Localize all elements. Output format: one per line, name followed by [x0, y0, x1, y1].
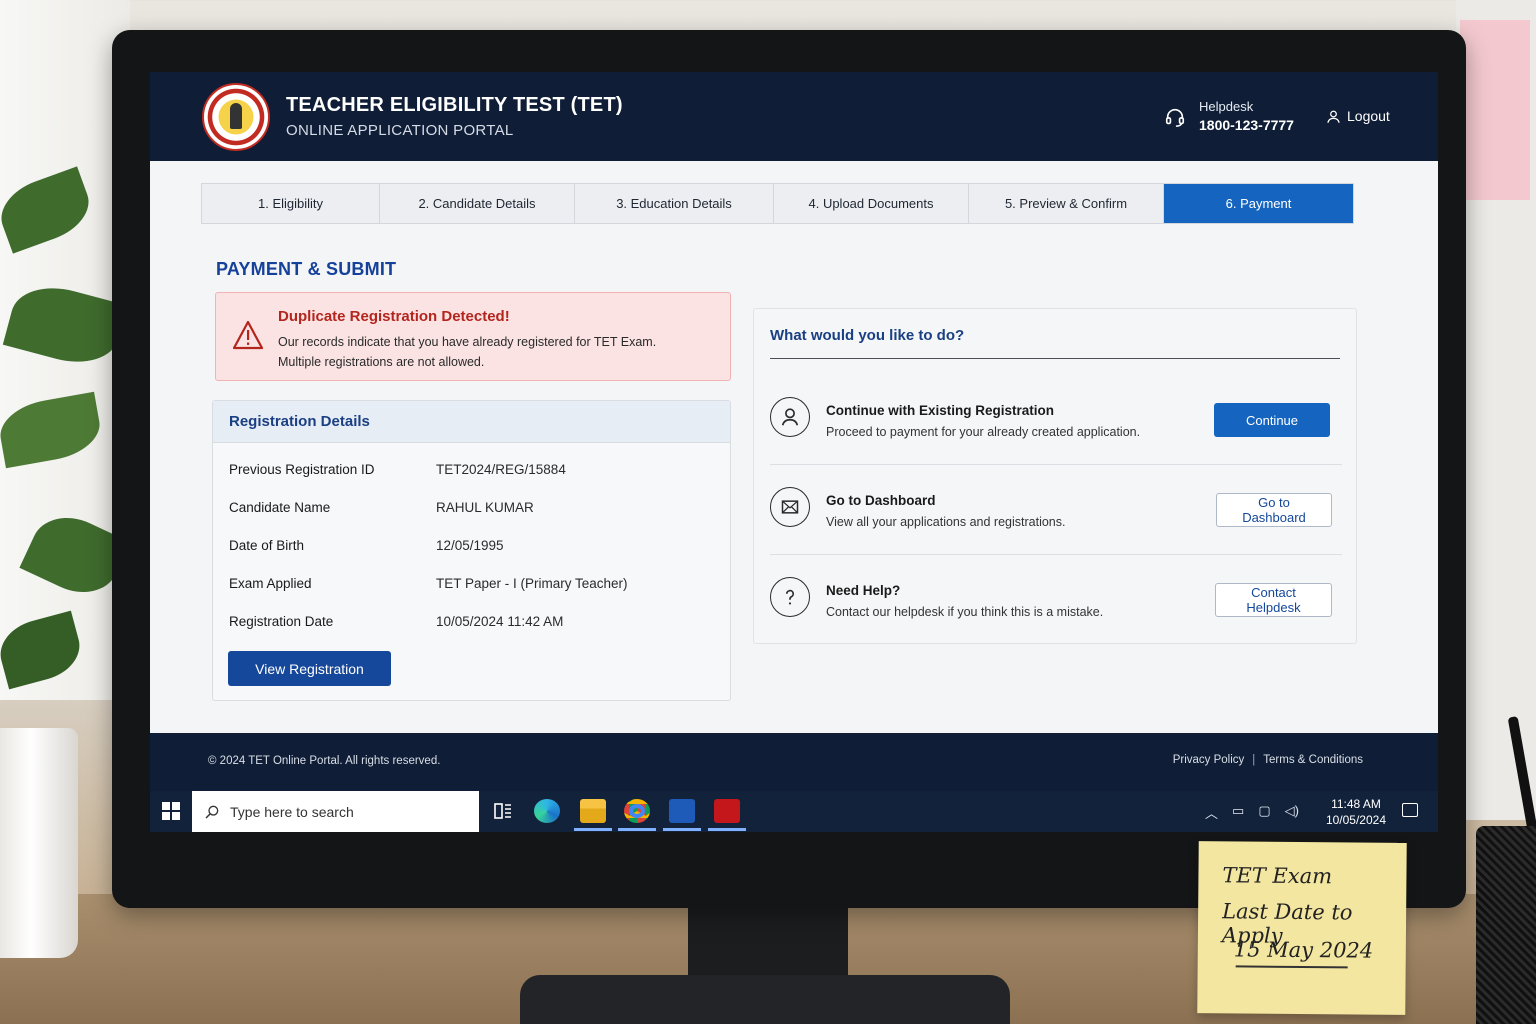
go-to-dashboard-button[interactable]: Go to Dashboard — [1216, 493, 1332, 527]
pdf-reader-icon[interactable] — [714, 799, 740, 823]
step-candidate-details[interactable]: 2. Candidate Details — [380, 184, 575, 223]
option-help: Need Help? Contact our helpdesk if you t… — [770, 555, 1342, 643]
desk-scene: TEACHER ELIGIBILITY TEST (TET) ONLINE AP… — [0, 0, 1536, 1024]
detail-label: Date of Birth — [229, 538, 305, 553]
mail-icon — [770, 487, 810, 527]
edge-browser-icon[interactable] — [534, 799, 560, 823]
clock-date: 10/05/2024 — [1325, 813, 1386, 827]
detail-label: Exam Applied — [229, 576, 312, 591]
copyright-text: © 2024 TET Online Portal. All rights res… — [208, 755, 441, 767]
app-title: TEACHER ELIGIBILITY TEST (TET) — [286, 94, 623, 116]
view-registration-button[interactable]: View Registration — [228, 651, 391, 686]
chevron-up-icon[interactable]: ︿ — [1205, 803, 1218, 822]
helpdesk-label: Helpdesk — [1199, 99, 1254, 114]
privacy-policy-link[interactable]: Privacy Policy — [1173, 754, 1245, 766]
detail-value: 12/05/1995 — [436, 538, 504, 553]
active-indicator — [618, 828, 656, 831]
underline — [1235, 965, 1348, 969]
app-header: TEACHER ELIGIBILITY TEST (TET) ONLINE AP… — [150, 72, 1438, 161]
terms-link[interactable]: Terms & Conditions — [1263, 754, 1363, 766]
next-actions-heading: What would you like to do? — [770, 327, 965, 344]
link-separator: | — [1252, 754, 1256, 766]
detail-value: TET Paper - I (Primary Teacher) — [436, 576, 628, 591]
option-dashboard: Go to Dashboard View all your applicatio… — [770, 465, 1342, 553]
registration-details-card: Registration Details Previous Registrati… — [212, 400, 731, 701]
detail-value: TET2024/REG/15884 — [436, 462, 566, 477]
option-title: Go to Dashboard — [826, 493, 936, 508]
step-tabs: 1. Eligibility 2. Candidate Details 3. E… — [201, 183, 1354, 224]
detail-label: Previous Registration ID — [229, 462, 375, 477]
divider — [770, 358, 1340, 359]
taskbar: Type here to search ︿ ▭ ▢ ◁) 11:48 AM 10… — [150, 791, 1438, 832]
step-preview-confirm[interactable]: 5. Preview & Confirm — [969, 184, 1164, 223]
headset-icon — [1165, 108, 1185, 127]
task-view-icon[interactable] — [490, 799, 516, 823]
emblem-logo — [202, 83, 270, 151]
helpdesk-phone[interactable]: 1800-123-7777 — [1199, 117, 1294, 133]
question-icon — [770, 577, 810, 617]
coffee-mug — [0, 728, 78, 958]
logout-button[interactable]: Logout — [1326, 108, 1390, 124]
detail-value: 10/05/2024 11:42 AM — [436, 614, 564, 629]
pen-holder — [1476, 826, 1536, 1024]
network-icon[interactable]: ▭ — [1232, 803, 1244, 822]
user-icon — [1327, 110, 1340, 123]
next-actions-card: What would you like to do? Continue with… — [753, 308, 1357, 644]
active-indicator — [708, 828, 746, 831]
registration-details-heading: Registration Details — [213, 401, 730, 443]
screen: TEACHER ELIGIBILITY TEST (TET) ONLINE AP… — [150, 72, 1438, 832]
alert-title: Duplicate Registration Detected! — [278, 308, 510, 325]
duplicate-alert: Duplicate Registration Detected! Our rec… — [215, 292, 731, 381]
option-description: View all your applications and registrat… — [826, 515, 1066, 529]
active-indicator — [663, 828, 701, 831]
volume-icon[interactable]: ◁) — [1285, 803, 1299, 822]
step-upload-documents[interactable]: 4. Upload Documents — [774, 184, 969, 223]
step-education-details[interactable]: 3. Education Details — [575, 184, 774, 223]
app-subtitle: ONLINE APPLICATION PORTAL — [286, 122, 514, 139]
search-icon — [205, 805, 219, 819]
alert-line: Multiple registrations are not allowed. — [278, 355, 485, 369]
sticky-note-line: TET Exam — [1222, 863, 1333, 889]
alert-line: Our records indicate that you have alrea… — [278, 335, 657, 349]
detail-label: Registration Date — [229, 614, 334, 629]
user-icon — [770, 397, 810, 437]
active-indicator — [574, 828, 612, 831]
system-tray: ︿ ▭ ▢ ◁) — [1205, 803, 1299, 822]
step-eligibility[interactable]: 1. Eligibility — [202, 184, 380, 223]
footer-links: Privacy Policy | Terms & Conditions — [1173, 754, 1363, 766]
sticky-note-line: 15 May 2024 — [1233, 937, 1374, 963]
option-description: Contact our helpdesk if you think this i… — [826, 605, 1104, 619]
option-title: Continue with Existing Registration — [826, 403, 1055, 418]
page-footer: © 2024 TET Online Portal. All rights res… — [150, 733, 1438, 791]
search-placeholder: Type here to search — [230, 803, 354, 820]
page-title: PAYMENT & SUBMIT — [216, 259, 397, 279]
alert-message: Our records indicate that you have alrea… — [278, 332, 656, 372]
monitor-base — [520, 975, 1010, 1024]
warning-icon — [232, 320, 264, 350]
clock[interactable]: 11:48 AM 10/05/2024 — [1326, 796, 1386, 828]
contact-helpdesk-button[interactable]: Contact Helpdesk — [1215, 583, 1332, 617]
taskbar-search[interactable]: Type here to search — [192, 791, 479, 832]
word-icon[interactable] — [669, 799, 695, 823]
detail-value: RAHUL KUMAR — [436, 500, 534, 515]
option-description: Proceed to payment for your already crea… — [826, 425, 1141, 439]
clock-time: 11:48 AM — [1331, 797, 1381, 811]
windows-start-icon[interactable] — [162, 802, 180, 820]
continue-button[interactable]: Continue — [1214, 403, 1330, 437]
step-payment[interactable]: 6. Payment — [1164, 184, 1353, 223]
notification-icon[interactable] — [1402, 803, 1418, 817]
pink-paper — [1460, 20, 1530, 200]
sticky-note: TET Exam Last Date to Apply 15 May 2024 — [1197, 841, 1407, 1015]
chrome-browser-icon[interactable] — [624, 799, 650, 823]
option-continue: Continue with Existing Registration Proc… — [770, 375, 1342, 463]
option-title: Need Help? — [826, 583, 901, 598]
file-explorer-icon[interactable] — [580, 799, 606, 823]
display-icon[interactable]: ▢ — [1258, 803, 1270, 822]
detail-label: Candidate Name — [229, 500, 331, 515]
logout-label: Logout — [1347, 108, 1390, 124]
